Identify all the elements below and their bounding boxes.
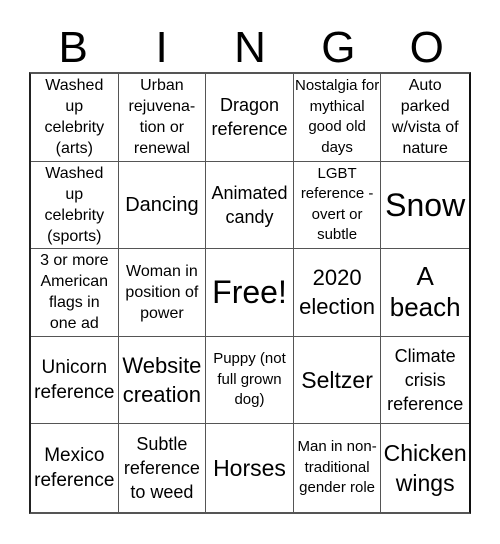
- cell-text: A beach: [389, 261, 461, 323]
- cell-text: Washed up celebrity (arts): [44, 77, 105, 158]
- cell-text: Washed up celebrity (sports): [44, 164, 105, 245]
- free-space-cell[interactable]: Free!: [206, 249, 294, 337]
- bingo-cell[interactable]: Snow: [381, 162, 469, 250]
- header-letter-n: N: [234, 23, 266, 72]
- bingo-header: B I N G O: [29, 20, 471, 72]
- header-letter-g: G: [321, 23, 356, 72]
- bingo-cell[interactable]: LGBT reference - overt or subtle: [293, 161, 382, 250]
- cell-text: Animated candy: [211, 182, 288, 227]
- cell-text: Urban rejuvena- tion or renewal: [128, 77, 196, 158]
- cell-text: Nostalgia for mythical good old days: [294, 77, 380, 156]
- bingo-cell[interactable]: Dragon reference: [206, 74, 294, 162]
- bingo-cell[interactable]: Woman in position of power: [118, 249, 207, 337]
- cell-text: Subtle reference to weed: [123, 434, 200, 503]
- bingo-cell[interactable]: A beach: [381, 249, 469, 337]
- bingo-cell[interactable]: Puppy (not full grown dog): [206, 336, 294, 425]
- bingo-cell[interactable]: 3 or more American flags in one ad: [31, 249, 119, 337]
- bingo-cell[interactable]: Website creation: [118, 336, 207, 425]
- cell-text: Puppy (not full grown dog): [213, 350, 286, 409]
- bingo-cell[interactable]: 2020 election: [293, 249, 382, 337]
- bingo-cell[interactable]: Seltzer: [293, 336, 382, 425]
- cell-text: Auto parked w/vista of nature: [391, 77, 459, 158]
- bingo-cell[interactable]: Man in non- traditional gender role: [294, 424, 382, 512]
- bingo-cell[interactable]: Auto parked w/vista of nature: [381, 74, 469, 162]
- cell-text: Dancing: [125, 193, 199, 216]
- cell-text: Chicken wings: [383, 440, 467, 497]
- bingo-cell[interactable]: Chicken wings: [381, 424, 469, 512]
- header-letter-i: I: [155, 23, 168, 72]
- cell-text: Climate crisis reference: [387, 346, 464, 415]
- bingo-cell[interactable]: Nostalgia for mythical good old days: [293, 74, 382, 162]
- header-letter-o: O: [409, 23, 444, 72]
- cell-text: LGBT reference - overt or subtle: [300, 164, 374, 244]
- bingo-cell[interactable]: Unicorn reference: [31, 336, 119, 425]
- bingo-cell[interactable]: Mexico reference: [31, 424, 119, 512]
- bingo-cell[interactable]: Animated candy: [206, 161, 294, 250]
- cell-text: Snow: [385, 186, 466, 223]
- cell-text: Horses: [213, 455, 286, 482]
- cell-text: 3 or more American flags in one ad: [40, 252, 109, 333]
- bingo-grid: Washed up celebrity (arts) Urban rejuven…: [29, 72, 471, 514]
- cell-text: Woman in position of power: [125, 262, 199, 322]
- header-letter-b: B: [58, 23, 88, 72]
- bingo-cell[interactable]: Climate crisis reference: [381, 337, 469, 425]
- bingo-cell[interactable]: Washed up celebrity (arts): [31, 74, 119, 162]
- cell-text: 2020 election: [299, 265, 376, 320]
- cell-text: Dragon reference: [211, 95, 288, 140]
- free-space-text: Free!: [212, 274, 287, 311]
- cell-text: Man in non- traditional gender role: [297, 438, 377, 497]
- cell-text: Website creation: [122, 353, 202, 408]
- bingo-cell[interactable]: Washed up celebrity (sports): [31, 161, 119, 250]
- bingo-cell[interactable]: Subtle reference to weed: [119, 424, 207, 512]
- bingo-cell[interactable]: Horses: [206, 424, 294, 512]
- cell-text: Unicorn reference: [34, 357, 115, 404]
- cell-text: Mexico reference: [34, 445, 115, 492]
- bingo-cell[interactable]: Dancing: [118, 161, 207, 250]
- bingo-cell[interactable]: Urban rejuvena- tion or renewal: [118, 74, 207, 162]
- cell-text: Seltzer: [301, 367, 373, 394]
